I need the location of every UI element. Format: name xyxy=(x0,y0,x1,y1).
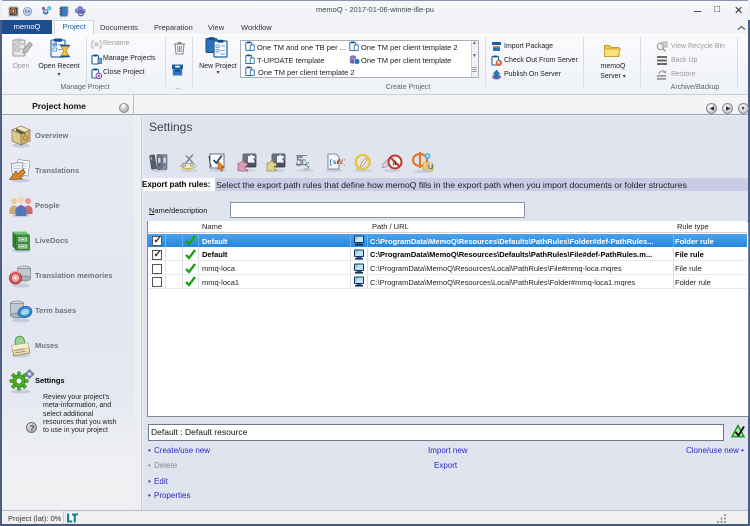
svg-text:U: U xyxy=(428,165,433,172)
svg-text:a: a xyxy=(393,158,397,167)
svg-text:5: 5 xyxy=(305,162,310,173)
